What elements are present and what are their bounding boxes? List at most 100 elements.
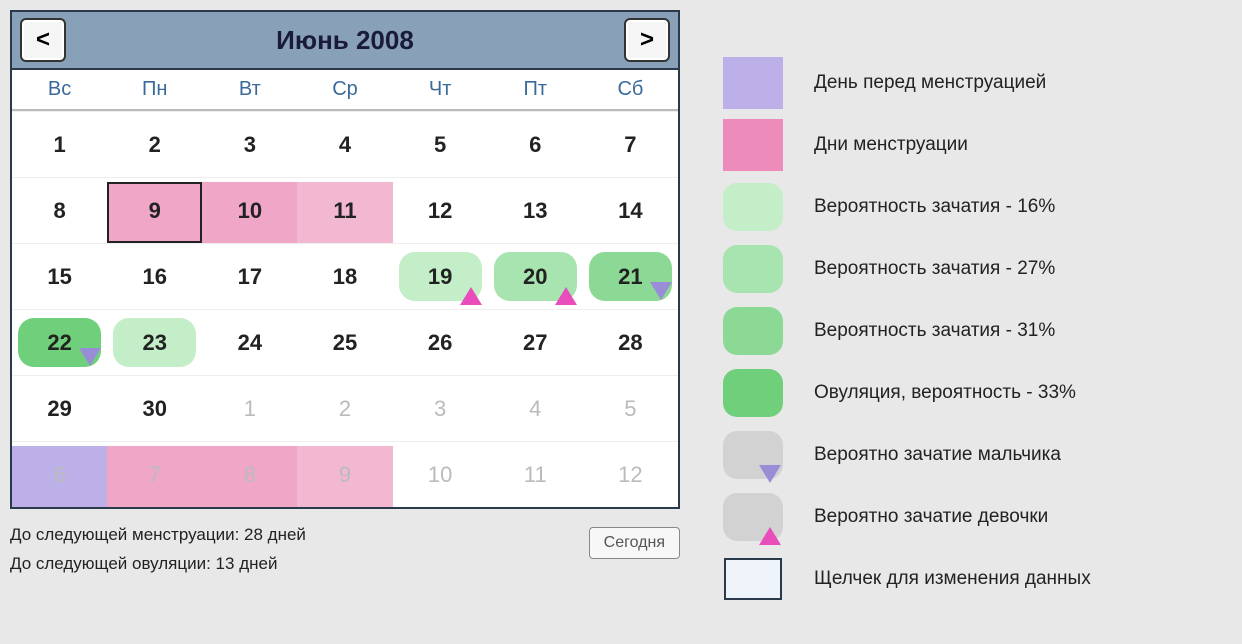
day-number: 17 <box>238 264 262 290</box>
legend-label: Вероятность зачатия - 31% <box>814 320 1055 342</box>
legend-swatch <box>720 493 786 541</box>
day-number: 8 <box>53 198 65 224</box>
day-cell[interactable]: 7 <box>107 441 202 507</box>
day-cell[interactable]: 10 <box>393 441 488 507</box>
day-cell[interactable]: 4 <box>488 375 583 441</box>
day-cell[interactable]: 7 <box>583 111 678 177</box>
day-number: 2 <box>339 396 351 422</box>
day-number: 1 <box>53 132 65 158</box>
day-number: 12 <box>618 462 642 488</box>
weekday-label: Чт <box>393 78 488 101</box>
legend-row: Вероятность зачатия - 31% <box>720 300 1200 362</box>
day-cell[interactable]: 28 <box>583 309 678 375</box>
day-number: 21 <box>618 264 642 290</box>
day-number: 8 <box>244 462 256 488</box>
legend-row: Вероятно зачатие мальчика <box>720 424 1200 486</box>
day-cell[interactable]: 3 <box>393 375 488 441</box>
today-button[interactable]: Сегодня <box>589 527 680 559</box>
chevron-right-icon: > <box>640 26 654 54</box>
prev-month-button[interactable]: < <box>20 18 66 62</box>
day-cell[interactable]: 1 <box>202 375 297 441</box>
next-month-button[interactable]: > <box>624 18 670 62</box>
day-number: 9 <box>339 462 351 488</box>
day-cell[interactable]: 8 <box>202 441 297 507</box>
day-number: 3 <box>244 132 256 158</box>
day-cell[interactable]: 5 <box>583 375 678 441</box>
day-cell[interactable]: 6 <box>488 111 583 177</box>
day-number: 5 <box>434 132 446 158</box>
day-number: 11 <box>524 462 547 488</box>
day-cell[interactable]: 1 <box>12 111 107 177</box>
day-number: 29 <box>47 396 71 422</box>
legend-swatch <box>720 183 786 231</box>
day-cell[interactable]: 12 <box>583 441 678 507</box>
day-cell[interactable]: 16 <box>107 243 202 309</box>
day-cell[interactable]: 2 <box>297 375 392 441</box>
day-cell[interactable]: 2 <box>107 111 202 177</box>
day-cell[interactable]: 17 <box>202 243 297 309</box>
day-cell[interactable]: 12 <box>393 177 488 243</box>
legend-row: Щелчек для изменения данных <box>720 548 1200 610</box>
day-cell[interactable]: 11 <box>297 177 392 243</box>
girl-marker-icon <box>555 287 577 305</box>
day-number: 4 <box>529 396 541 422</box>
day-number: 27 <box>523 330 547 356</box>
day-number: 2 <box>149 132 161 158</box>
weekday-label: Ср <box>297 78 392 101</box>
day-cell[interactable]: 25 <box>297 309 392 375</box>
boy-marker-icon <box>650 282 672 300</box>
day-cell[interactable]: 22 <box>12 309 107 375</box>
calendar: < Июнь 2008 > ВсПнВтСрЧтПтСб 12345678910… <box>10 10 680 509</box>
day-cell[interactable]: 29 <box>12 375 107 441</box>
day-cell[interactable]: 20 <box>488 243 583 309</box>
boy-marker-icon <box>759 465 781 483</box>
day-number: 25 <box>333 330 357 356</box>
day-cell[interactable]: 3 <box>202 111 297 177</box>
day-number: 5 <box>624 396 636 422</box>
weekday-label: Вт <box>202 78 297 101</box>
legend-label: Дни менструации <box>814 134 968 156</box>
day-number: 11 <box>333 198 356 224</box>
legend-swatch <box>720 369 786 417</box>
day-cell[interactable]: 10 <box>202 177 297 243</box>
legend-swatch <box>720 57 786 109</box>
day-cell[interactable]: 21 <box>583 243 678 309</box>
day-number: 3 <box>434 396 446 422</box>
day-cell[interactable]: 23 <box>107 309 202 375</box>
legend-row: День перед менструацией <box>720 52 1200 114</box>
day-cell[interactable]: 14 <box>583 177 678 243</box>
day-cell[interactable]: 9 <box>297 441 392 507</box>
weekday-row: ВсПнВтСрЧтПтСб <box>12 70 678 111</box>
day-cell[interactable]: 27 <box>488 309 583 375</box>
day-number: 22 <box>47 330 71 356</box>
day-cell[interactable]: 6 <box>12 441 107 507</box>
weekday-label: Сб <box>583 78 678 101</box>
day-number: 12 <box>428 198 452 224</box>
day-number: 20 <box>523 264 547 290</box>
day-cell[interactable]: 11 <box>488 441 583 507</box>
legend: День перед менструацией Дни менструации Ве… <box>720 10 1200 610</box>
day-cell[interactable]: 4 <box>297 111 392 177</box>
legend-swatch <box>720 558 786 600</box>
weekday-label: Пн <box>107 78 202 101</box>
day-cell[interactable]: 19 <box>393 243 488 309</box>
day-cell[interactable]: 24 <box>202 309 297 375</box>
legend-swatch <box>720 119 786 171</box>
day-cell[interactable]: 26 <box>393 309 488 375</box>
day-cell[interactable]: 30 <box>107 375 202 441</box>
day-cell[interactable]: 13 <box>488 177 583 243</box>
day-number: 7 <box>149 462 161 488</box>
day-cell[interactable]: 5 <box>393 111 488 177</box>
day-number: 18 <box>333 264 357 290</box>
day-cell[interactable]: 8 <box>12 177 107 243</box>
day-cell[interactable]: 15 <box>12 243 107 309</box>
day-number: 6 <box>53 462 65 488</box>
day-cell[interactable]: 18 <box>297 243 392 309</box>
day-number: 10 <box>238 198 262 224</box>
day-number: 28 <box>618 330 642 356</box>
girl-marker-icon <box>460 287 482 305</box>
day-cell[interactable]: 9 <box>107 177 202 243</box>
status-text: До следующей менструации: 28 дней До сле… <box>10 521 306 579</box>
day-number: 19 <box>428 264 452 290</box>
day-number: 13 <box>523 198 547 224</box>
